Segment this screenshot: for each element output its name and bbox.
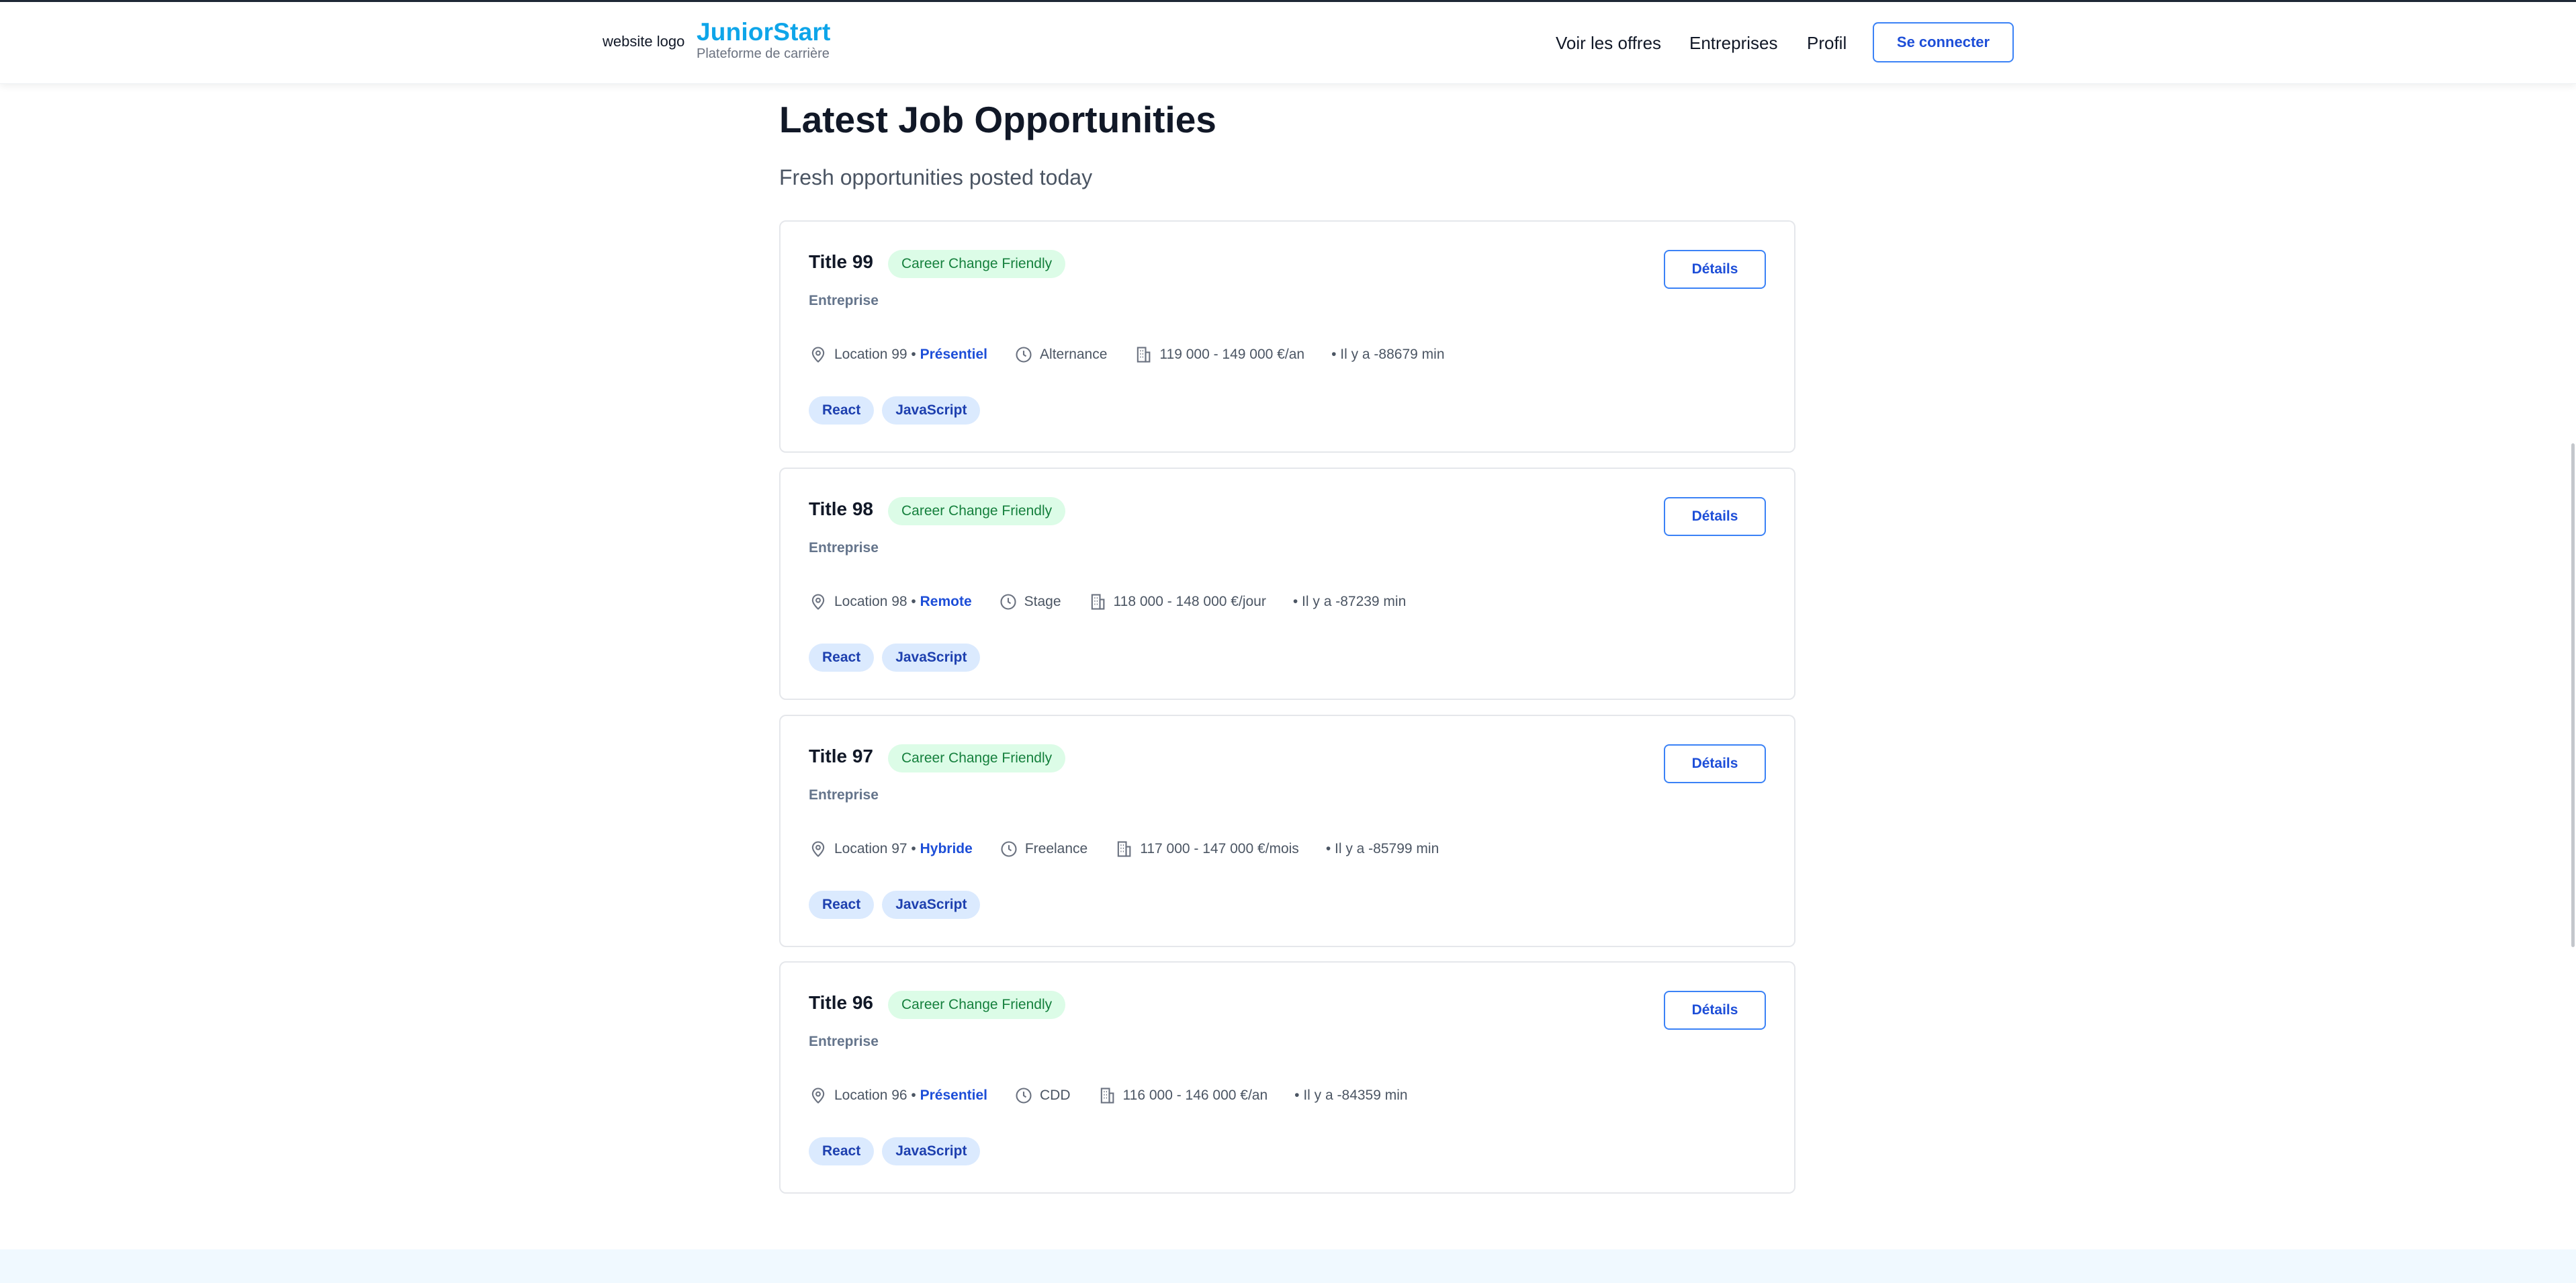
map-pin-icon [809, 1086, 828, 1105]
salary-range: 117 000 - 147 000 €/mois [1140, 841, 1299, 856]
location-group: Location 98 • Remote [809, 592, 972, 611]
job-meta: Location 97 • Hybride Freelance 117 000 - … [809, 838, 1466, 860]
posted-group: • Il y a -87239 min [1293, 594, 1406, 610]
contract-group: Freelance [1000, 840, 1087, 858]
brand-tagline: Plateforme de carrière [697, 46, 830, 61]
location-group: Location 96 • Présentiel [809, 1086, 987, 1105]
company-name: Entreprise [809, 1034, 879, 1049]
location-group: Location 99 • Présentiel [809, 345, 987, 364]
posted-time: • Il y a -87239 min [1292, 594, 1407, 609]
skill-tag[interactable]: React [809, 891, 875, 919]
posted-group: • Il y a -88679 min [1331, 347, 1444, 363]
scrollbar-thumb[interactable] [2571, 443, 2575, 947]
job-meta: Location 99 • Présentiel Alternance 119 00… [809, 344, 1472, 365]
details-button[interactable]: Détails [1664, 744, 1766, 783]
site-header: website logo JuniorStart Plateforme de c… [0, 2, 2576, 84]
skill-tag[interactable]: React [809, 644, 875, 672]
job-location: Location 98 • [834, 594, 916, 609]
job-title[interactable]: Title 96 [809, 992, 873, 1014]
job-meta: Location 98 • Remote Stage 118 000 - 148 0… [809, 591, 1433, 613]
salary-range: 118 000 - 148 000 €/jour [1113, 594, 1266, 609]
career-change-badge: Career Change Friendly [888, 991, 1066, 1019]
nav-link-profil[interactable]: Profil [1807, 33, 1847, 54]
brand-name[interactable]: JuniorStart [697, 18, 831, 46]
contract-type: Freelance [1024, 841, 1088, 856]
salary-group: 119 000 - 149 000 €/an [1134, 345, 1304, 364]
skill-tags: React JavaScript [809, 891, 981, 919]
job-title[interactable]: Title 99 [809, 251, 873, 273]
contract-type: CDD [1040, 1088, 1071, 1103]
building-icon [1114, 840, 1133, 858]
job-card[interactable]: Title 97 Career Change Friendly Entreprise… [779, 715, 1795, 947]
clock-icon [1014, 1086, 1033, 1105]
page-subtitle: Fresh opportunities posted today [779, 165, 1093, 189]
posted-time: • Il y a -85799 min [1325, 841, 1439, 856]
job-card[interactable]: Title 96 Career Change Friendly Entreprise… [779, 961, 1795, 1194]
posted-group: • Il y a -84359 min [1294, 1088, 1407, 1104]
map-pin-icon [809, 345, 828, 364]
contract-type: Stage [1024, 594, 1061, 609]
job-card[interactable]: Title 99 Career Change Friendly Entreprise… [779, 220, 1795, 453]
skill-tags: React JavaScript [809, 644, 981, 672]
website-logo[interactable]: website logo [603, 33, 684, 50]
clock-icon [1014, 345, 1033, 364]
work-mode: Hybride [920, 841, 973, 856]
clock-icon [999, 592, 1018, 611]
company-name: Entreprise [809, 540, 879, 556]
skill-tag[interactable]: JavaScript [882, 396, 981, 425]
job-title[interactable]: Title 98 [809, 498, 873, 520]
map-pin-icon [809, 592, 828, 611]
clock-icon [1000, 840, 1018, 858]
building-icon [1088, 592, 1107, 611]
posted-group: • Il y a -85799 min [1326, 841, 1439, 857]
contract-group: Stage [999, 592, 1061, 611]
building-icon [1134, 345, 1153, 364]
job-location: Location 96 • [834, 1088, 916, 1103]
footer-band [0, 1249, 2576, 1283]
building-icon [1098, 1086, 1116, 1105]
details-button[interactable]: Détails [1664, 497, 1766, 536]
skill-tag[interactable]: React [809, 1137, 875, 1165]
skill-tag[interactable]: JavaScript [882, 644, 981, 672]
job-location: Location 97 • [834, 841, 916, 856]
contract-group: Alternance [1014, 345, 1107, 364]
company-name: Entreprise [809, 787, 879, 803]
contract-group: CDD [1014, 1086, 1071, 1105]
job-card[interactable]: Title 98 Career Change Friendly Entreprise… [779, 468, 1795, 700]
job-title[interactable]: Title 97 [809, 746, 873, 767]
nav-link-entreprises[interactable]: Entreprises [1689, 33, 1778, 54]
career-change-badge: Career Change Friendly [888, 250, 1066, 278]
salary-group: 118 000 - 148 000 €/jour [1088, 592, 1266, 611]
login-button[interactable]: Se connecter [1873, 22, 2014, 62]
career-change-badge: Career Change Friendly [888, 497, 1066, 525]
salary-range: 119 000 - 149 000 €/an [1159, 347, 1305, 362]
salary-group: 116 000 - 146 000 €/an [1098, 1086, 1268, 1105]
skill-tag[interactable]: JavaScript [882, 1137, 981, 1165]
nav-link-offres[interactable]: Voir les offres [1556, 33, 1661, 54]
work-mode: Présentiel [920, 347, 988, 362]
details-button[interactable]: Détails [1664, 250, 1766, 289]
company-name: Entreprise [809, 293, 879, 308]
location-group: Location 97 • Hybride [809, 840, 973, 858]
contract-type: Alternance [1040, 347, 1108, 362]
posted-time: • Il y a -84359 min [1294, 1088, 1408, 1103]
work-mode: Remote [920, 594, 972, 609]
salary-group: 117 000 - 147 000 €/mois [1114, 840, 1299, 858]
career-change-badge: Career Change Friendly [888, 744, 1066, 772]
skill-tag[interactable]: React [809, 396, 875, 425]
salary-range: 116 000 - 146 000 €/an [1122, 1088, 1268, 1103]
skill-tags: React JavaScript [809, 396, 981, 425]
skill-tags: React JavaScript [809, 1137, 981, 1165]
posted-time: • Il y a -88679 min [1331, 347, 1445, 362]
job-location: Location 99 • [834, 347, 916, 362]
map-pin-icon [809, 840, 828, 858]
job-meta: Location 96 • Présentiel CDD 116 000 - 146… [809, 1085, 1435, 1106]
work-mode: Présentiel [920, 1088, 988, 1103]
page-title: Latest Job Opportunities [779, 99, 1216, 140]
skill-tag[interactable]: JavaScript [882, 891, 981, 919]
details-button[interactable]: Détails [1664, 991, 1766, 1030]
